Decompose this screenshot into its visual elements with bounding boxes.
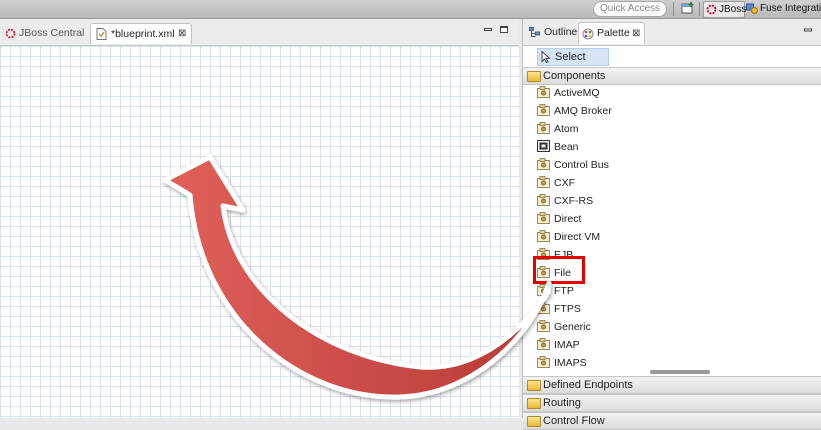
main-toolbar: Quick Access JBoss Fuse Integration (0, 0, 821, 19)
maximize-icon[interactable] (500, 26, 508, 33)
drawer-control-flow[interactable]: Control Flow (523, 412, 821, 430)
palette-item-label: FTP (554, 285, 574, 297)
bean-icon (537, 140, 550, 152)
fuse-integration-icon (746, 3, 758, 14)
perspective-label: JBoss (719, 4, 747, 15)
toolbar-separator (673, 2, 674, 16)
cursor-arrow-icon (541, 51, 551, 63)
outline-icon (529, 27, 540, 37)
minimize-icon[interactable] (804, 27, 812, 33)
drawer-label: Routing (543, 397, 581, 409)
panel-tab-bar: Outline Palette ⊠ (523, 19, 821, 46)
close-icon[interactable]: ⊠ (632, 23, 640, 44)
drawer-label: Components (543, 70, 606, 82)
select-label: Select (555, 51, 586, 63)
endpoint-icon (537, 212, 550, 224)
endpoint-icon (537, 302, 550, 314)
endpoint-icon (537, 158, 550, 170)
endpoint-icon (537, 104, 550, 116)
palette-item-label: Direct (554, 213, 582, 225)
minimize-icon[interactable] (484, 26, 492, 33)
tab-label: Palette (597, 27, 630, 39)
scroll-down-indicator[interactable] (650, 370, 710, 374)
close-icon[interactable]: ⊠ (178, 24, 186, 44)
endpoint-icon (537, 320, 550, 332)
perspective-jboss[interactable]: JBoss (703, 1, 747, 18)
endpoint-icon (537, 176, 550, 188)
tab-label: Outline (544, 26, 578, 38)
diagram-canvas[interactable] (0, 46, 519, 418)
tab-palette[interactable]: Palette ⊠ (578, 22, 645, 44)
palette-item-label: FTPS (554, 303, 581, 315)
drawer-label: Control Flow (543, 415, 605, 427)
palette-item-label: Direct VM (554, 231, 601, 243)
palette-panel: Outline Palette ⊠ Select Components Acti… (522, 19, 821, 430)
drawer-defined-endpoints[interactable]: Defined Endpoints (523, 376, 821, 394)
file-highlight-box (533, 256, 585, 284)
toolbar-separator (699, 2, 700, 16)
palette-item-label: IMAPS (554, 357, 587, 369)
endpoint-icon (537, 194, 550, 206)
drawer-components[interactable]: Components (523, 67, 821, 85)
tab-jboss-central[interactable]: JBoss Central (2, 23, 88, 43)
perspective-fuse-integration[interactable]: Fuse Integration (745, 1, 821, 16)
drawer-label: Defined Endpoints (543, 379, 633, 391)
endpoint-icon (537, 122, 550, 134)
tab-label: *blueprint.xml (111, 28, 175, 40)
palette-icon (582, 28, 594, 40)
palette-item-label: ActiveMQ (554, 87, 600, 99)
editor-tab-bar: JBoss Central *blueprint.xml ⊠ (0, 19, 519, 46)
tab-label: JBoss Central (19, 27, 85, 39)
endpoint-icon (537, 86, 550, 98)
endpoint-icon (537, 338, 550, 350)
endpoint-icon (537, 356, 550, 368)
quick-access-input[interactable]: Quick Access (593, 1, 667, 17)
palette-item-label: CXF (554, 177, 575, 189)
palette-select-tool[interactable]: Select (537, 48, 609, 66)
palette-item-label: IMAP (554, 339, 580, 351)
jboss-central-icon (5, 28, 16, 39)
palette-item-label: Bean (554, 141, 579, 153)
palette-item-label: Atom (554, 123, 579, 135)
palette-item-label: Generic (554, 321, 591, 333)
palette-item-label: AMQ Broker (554, 105, 612, 117)
jboss-icon (706, 4, 717, 15)
tab-blueprint-xml[interactable]: *blueprint.xml ⊠ (90, 23, 192, 44)
palette-item-label: CXF-RS (554, 195, 594, 207)
components-list: ActiveMQ AMQ Broker Atom Bean Control Bus CXF… (523, 84, 821, 374)
endpoint-icon (537, 230, 550, 242)
open-perspective-icon[interactable] (681, 2, 695, 15)
perspective-label: Fuse Integration (760, 3, 821, 14)
drawer-routing[interactable]: Routing (523, 394, 821, 412)
folder-icon (527, 398, 541, 409)
endpoint-icon (537, 284, 550, 296)
palette-item-label: Control Bus (554, 159, 609, 171)
folder-icon (527, 380, 541, 391)
tab-outline[interactable]: Outline (525, 22, 577, 43)
folder-open-icon (527, 71, 541, 82)
xml-file-icon (96, 28, 107, 40)
